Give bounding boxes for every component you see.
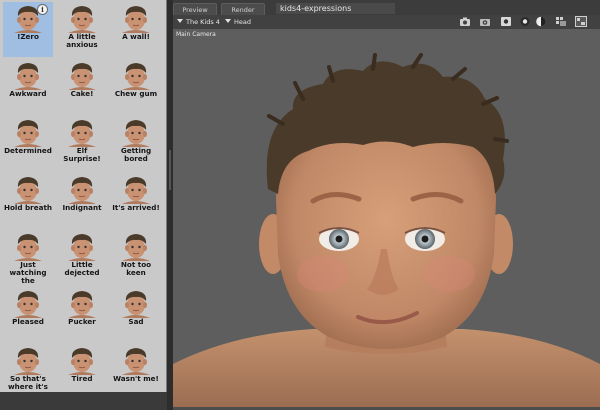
expression-tile[interactable]: Determined <box>3 116 53 171</box>
expression-tile[interactable]: Wasn't me! <box>111 344 161 392</box>
expression-label: Not too keen <box>120 260 152 277</box>
camera-icon[interactable] <box>459 16 471 27</box>
library-footer <box>0 392 167 410</box>
expression-tile[interactable]: Pleased <box>3 287 53 342</box>
expression-tile[interactable]: Sad <box>111 287 161 342</box>
expression-label: Awkward <box>9 89 47 98</box>
expression-thumbnail <box>122 234 150 261</box>
expression-tile[interactable]: !Zero i <box>3 2 53 57</box>
expression-thumbnail <box>122 291 150 318</box>
expression-label: A little anxious <box>66 32 98 49</box>
expression-thumbnail <box>14 291 42 318</box>
sphere-icon[interactable] <box>519 16 531 27</box>
document-title: kids4-expressions <box>276 3 395 14</box>
expression-thumbnail <box>68 120 96 147</box>
expression-tile[interactable]: A wall! <box>111 2 161 57</box>
expression-tile[interactable]: Tired <box>57 344 107 392</box>
expression-label: Little dejected <box>64 260 100 277</box>
expression-tile[interactable]: A little anxious <box>57 2 107 57</box>
expression-tile[interactable]: Cake! <box>57 59 107 114</box>
expression-label: So that's where it's <box>8 374 48 391</box>
info-icon[interactable]: i <box>37 4 48 15</box>
expression-label: Determined <box>4 146 52 155</box>
expression-label: Just watching the <box>9 260 47 285</box>
expression-thumbnail <box>68 291 96 318</box>
expression-thumbnail <box>68 348 96 375</box>
expression-thumbnail <box>68 234 96 261</box>
expression-thumbnail <box>122 177 150 204</box>
left-cheek <box>297 256 349 292</box>
record-icon[interactable] <box>500 16 512 27</box>
expression-thumbnail <box>14 63 42 90</box>
expression-label: Hold breath <box>3 203 53 212</box>
splitter-grip[interactable] <box>169 150 171 190</box>
chevron-down-icon <box>177 19 183 23</box>
expression-label: Getting bored <box>120 146 152 163</box>
expression-tile[interactable]: Indignant <box>57 173 107 228</box>
expression-tile[interactable]: Pucker <box>57 287 107 342</box>
expression-thumbnail <box>68 177 96 204</box>
node-dropdown-label: Head <box>234 18 251 26</box>
right-pupil <box>421 235 429 243</box>
node-dropdown[interactable]: Head <box>225 17 251 27</box>
right-cheek <box>423 256 475 292</box>
expression-label: Chew gum <box>114 89 158 98</box>
expression-tile[interactable]: So that's where it's <box>3 344 53 392</box>
expression-tile[interactable]: Elf Surprise! <box>57 116 107 171</box>
chevron-down-icon <box>225 19 231 23</box>
expression-thumbnail <box>122 120 150 147</box>
expression-thumbnail <box>68 63 96 90</box>
scene-dropdown-label: The Kids 4 <box>186 18 220 26</box>
expression-thumbnail <box>122 6 150 33</box>
expression-tile[interactable]: Just watching the <box>3 230 53 285</box>
expression-thumbnail <box>122 348 150 375</box>
expression-tile[interactable]: Little dejected <box>57 230 107 285</box>
layout-icon[interactable] <box>575 16 587 27</box>
expression-label: A wall! <box>122 32 150 41</box>
expression-tile[interactable]: Hold breath <box>3 173 53 228</box>
contrast-icon[interactable] <box>535 16 547 27</box>
expression-label: Cake! <box>70 89 94 98</box>
expression-label: Pucker <box>68 317 96 326</box>
expression-label: !Zero <box>17 32 39 41</box>
expression-thumbnail <box>68 6 96 33</box>
expression-thumbnail <box>14 234 42 261</box>
expression-tile[interactable]: It's arrived! <box>111 173 161 228</box>
3d-viewport[interactable]: Main Camera <box>173 29 600 410</box>
expression-label: It's arrived! <box>112 203 160 212</box>
expression-label: Pleased <box>12 317 44 326</box>
expression-thumbnail <box>122 63 150 90</box>
expression-tile[interactable]: Getting bored <box>111 116 161 171</box>
expression-tile[interactable]: Awkward <box>3 59 53 114</box>
rendered-boy-head <box>173 53 600 407</box>
left-pupil <box>335 235 343 243</box>
expression-tile[interactable]: Chew gum <box>111 59 161 114</box>
expression-thumbnail <box>14 177 42 204</box>
expression-label: Indignant <box>62 203 102 212</box>
scene-dropdown[interactable]: The Kids 4 <box>177 17 220 27</box>
viewport-toolbar: The Kids 4 Head <box>173 15 600 29</box>
expression-label: Wasn't me! <box>113 374 159 383</box>
expression-thumbnail <box>14 120 42 147</box>
expression-label: Tired <box>71 374 93 383</box>
expression-grid: !Zero i A little anxious A wall! Awkward Cake… <box>3 2 163 392</box>
expression-label: Elf Surprise! <box>63 146 101 163</box>
expression-thumbnail <box>14 348 42 375</box>
camera-alt-icon[interactable] <box>479 16 491 27</box>
grid-icon[interactable] <box>555 16 567 27</box>
expression-label: Sad <box>128 317 144 326</box>
expression-library-panel: !Zero i A little anxious A wall! Awkward Cake… <box>0 0 167 392</box>
expression-tile[interactable]: Not too keen <box>111 230 161 285</box>
